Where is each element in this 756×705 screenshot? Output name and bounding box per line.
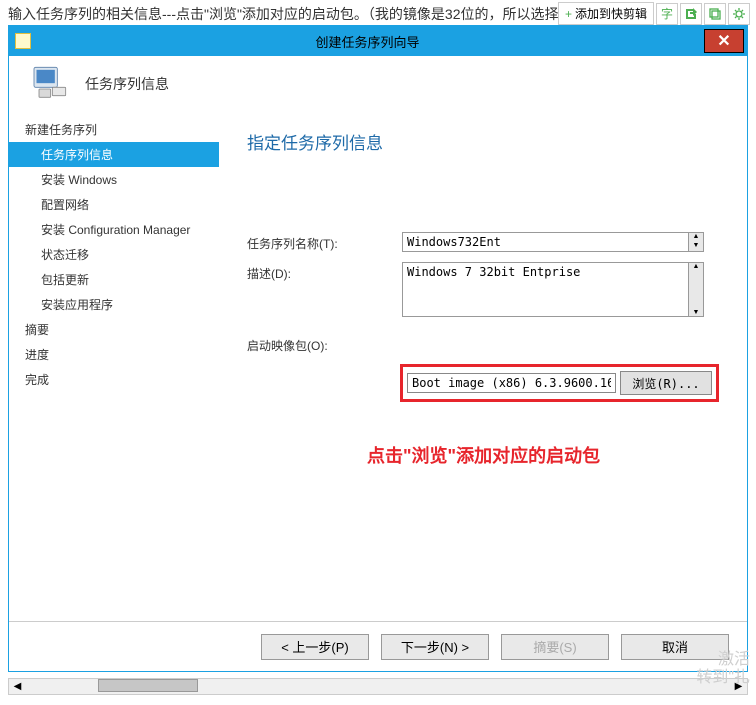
sidebar-group-complete[interactable]: 完成 <box>9 367 219 392</box>
scroll-right-icon[interactable]: ▶ <box>730 679 747 694</box>
page-toolbar: + 添加到快剪辑 字 <box>558 2 750 25</box>
summary-button: 摘要(S) <box>501 634 609 660</box>
sidebar-group-progress[interactable]: 进度 <box>9 342 219 367</box>
main-title: 指定任务序列信息 <box>247 129 719 154</box>
header-text: 任务序列信息 <box>85 74 169 94</box>
spinner-task-name[interactable]: ▲ ▼ <box>689 232 704 252</box>
computer-icon <box>29 64 69 104</box>
content-area: 新建任务序列 任务序列信息 安装 Windows 配置网络 安装 Configu… <box>9 111 747 621</box>
highlight-box: 浏览(R)... <box>400 364 719 402</box>
spinner-up-icon: ▲ <box>689 233 703 242</box>
input-boot-image[interactable] <box>407 373 616 393</box>
sidebar: 新建任务序列 任务序列信息 安装 Windows 配置网络 安装 Configu… <box>9 111 219 621</box>
export-icon[interactable] <box>680 3 702 25</box>
annotation-text: 点击"浏览"添加对应的启动包 <box>367 442 719 468</box>
sidebar-item-install-cm[interactable]: 安装 Configuration Manager <box>9 217 219 242</box>
label-boot-image: 启动映像包(O): <box>247 327 402 354</box>
copy-icon[interactable] <box>704 3 726 25</box>
sidebar-item-install-apps[interactable]: 安装应用程序 <box>9 292 219 317</box>
label-task-name: 任务序列名称(T): <box>247 232 402 252</box>
scroll-track[interactable] <box>26 679 730 694</box>
row-boot-image: 启动映像包(O): <box>247 327 719 354</box>
next-button[interactable]: 下一步(N) > <box>381 634 489 660</box>
plus-icon: + <box>565 7 572 21</box>
wizard-buttons: < 上一步(P) 下一步(N) > 摘要(S) 取消 <box>9 621 747 671</box>
spinner-down-icon: ▼ <box>689 242 703 251</box>
sidebar-item-updates[interactable]: 包括更新 <box>9 267 219 292</box>
input-description[interactable]: Windows 7 32bit Entprise <box>402 262 689 317</box>
label-description: 描述(D): <box>247 262 402 282</box>
sidebar-item-config-network[interactable]: 配置网络 <box>9 192 219 217</box>
font-icon[interactable]: 字 <box>656 3 678 25</box>
add-to-clip-label: 添加到快剪辑 <box>575 5 647 22</box>
row-description: 描述(D): Windows 7 32bit Entprise ▲ ▼ <box>247 262 719 317</box>
main-panel: 指定任务序列信息 任务序列名称(T): ▲ ▼ 描述(D): <box>219 111 747 621</box>
gear-icon[interactable] <box>728 3 750 25</box>
titlebar[interactable]: 创建任务序列向导 ✕ <box>9 26 747 56</box>
input-task-name[interactable] <box>402 232 689 252</box>
wizard-window: 创建任务序列向导 ✕ 任务序列信息 新建任务序列 任务序列信息 安装 Windo… <box>8 25 748 672</box>
sidebar-item-state-migration[interactable]: 状态迁移 <box>9 242 219 267</box>
horizontal-scrollbar[interactable]: ◀ ▶ <box>8 678 748 695</box>
scroll-down-icon: ▼ <box>689 309 703 316</box>
prev-button[interactable]: < 上一步(P) <box>261 634 369 660</box>
close-icon: ✕ <box>717 31 730 51</box>
sidebar-item-install-windows[interactable]: 安装 Windows <box>9 167 219 192</box>
window-icon <box>15 33 31 49</box>
cancel-button[interactable]: 取消 <box>621 634 729 660</box>
scroll-thumb[interactable] <box>98 679 198 692</box>
sidebar-group-summary[interactable]: 摘要 <box>9 317 219 342</box>
scroll-up-icon: ▲ <box>689 263 703 270</box>
close-button[interactable]: ✕ <box>704 29 744 53</box>
scroll-left-icon[interactable]: ◀ <box>9 679 26 694</box>
add-to-clip-button[interactable]: + 添加到快剪辑 <box>558 2 654 25</box>
wizard-header: 任务序列信息 <box>9 56 747 111</box>
browse-button[interactable]: 浏览(R)... <box>620 371 712 395</box>
textarea-scrollbar[interactable]: ▲ ▼ <box>689 262 704 317</box>
sidebar-group-0[interactable]: 新建任务序列 <box>9 117 219 142</box>
window-title: 创建任务序列向导 <box>31 32 704 51</box>
sidebar-item-task-info[interactable]: 任务序列信息 <box>9 142 219 167</box>
row-task-name: 任务序列名称(T): ▲ ▼ <box>247 232 719 252</box>
